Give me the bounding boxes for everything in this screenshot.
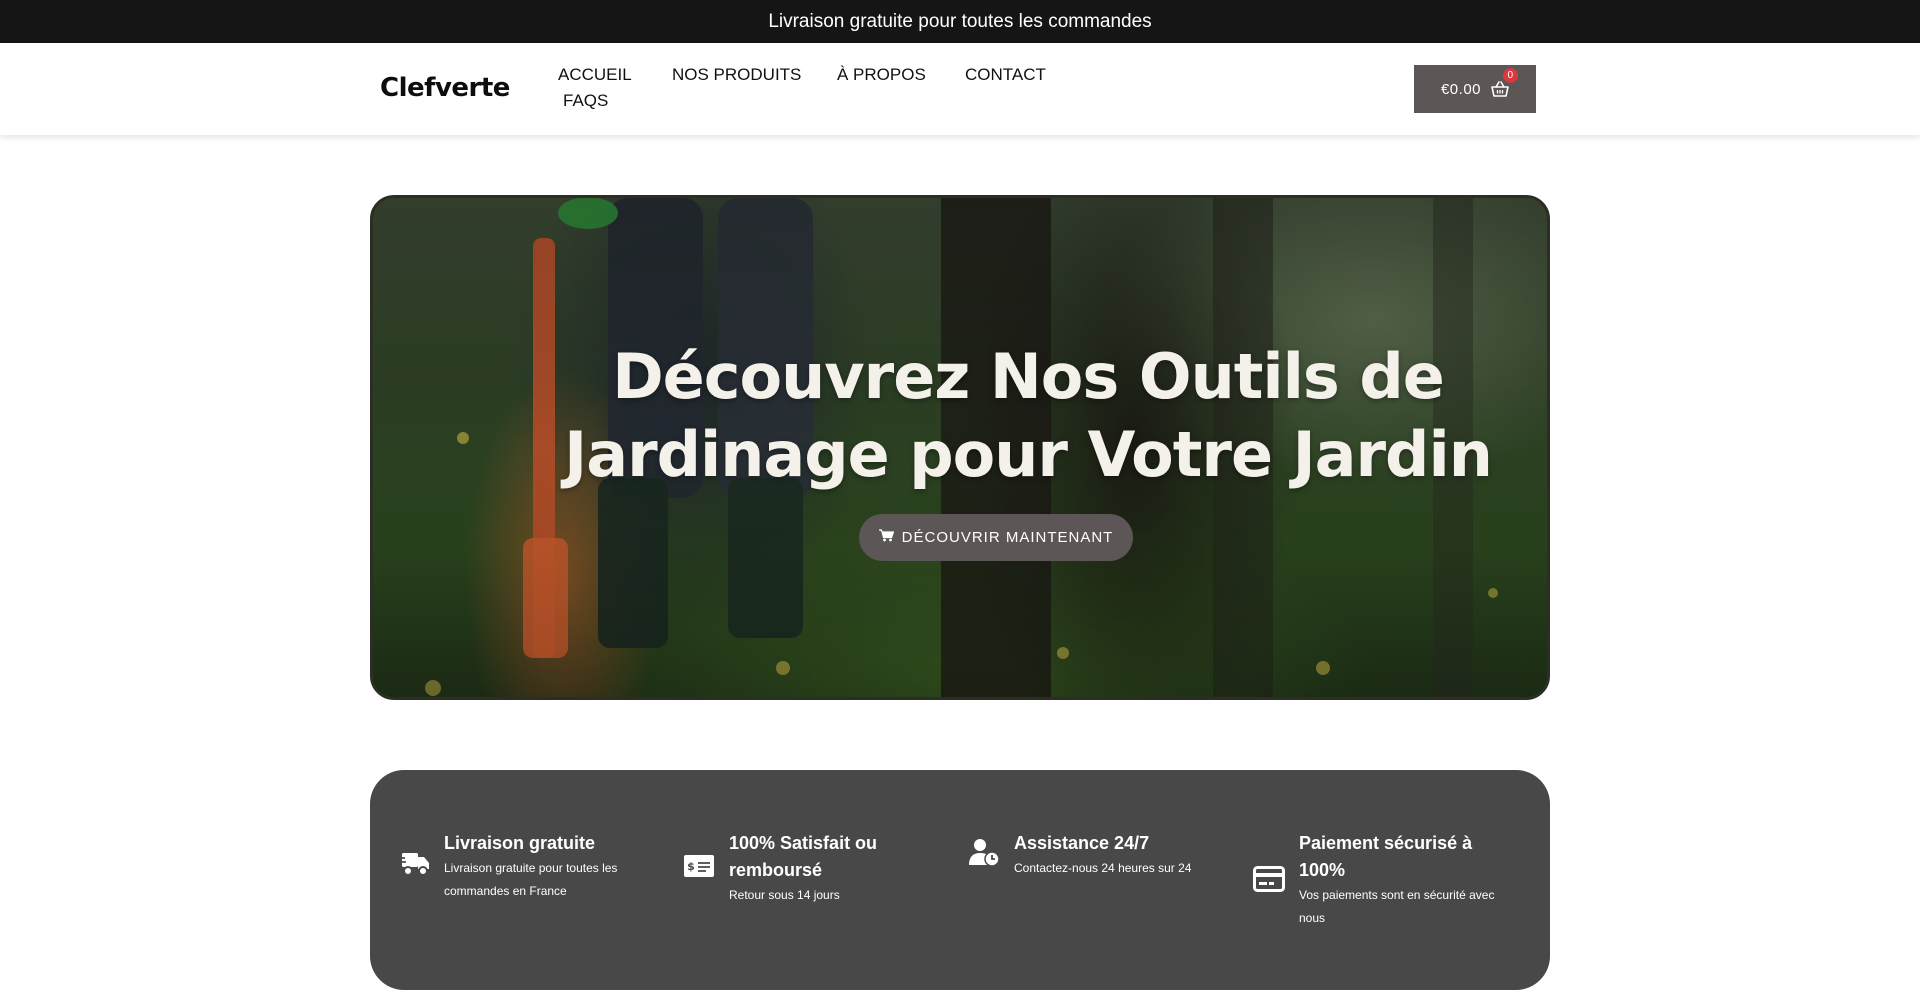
feature-title: Paiement sécurisé à 100% [1299, 833, 1473, 880]
feature-title: Assistance 24/7 [1014, 833, 1150, 853]
feature-title: Livraison gratuite [444, 833, 596, 853]
nav-item-a-propos[interactable]: À PROPOS [837, 65, 926, 85]
feature-description: Contactez-nous 24 heures sur 24 [1014, 861, 1192, 875]
nav-item-contact[interactable]: CONTACT [965, 65, 1046, 85]
cart-count-badge: 0 [1503, 68, 1519, 83]
cart-icon [878, 529, 894, 546]
site-header: Clefverte ACCUEIL NOS PRODUITS À PROPOS … [0, 43, 1920, 135]
feature-description: Livraison gratuite pour toutes les comma… [444, 861, 618, 898]
basket-icon: 0 [1491, 68, 1519, 97]
nav-item-nos-produits[interactable]: NOS PRODUITS [672, 65, 801, 85]
feature-description: Retour sous 14 jours [729, 888, 840, 902]
cart-button[interactable]: €0.00 0 [1414, 65, 1536, 113]
announcement-bar: Livraison gratuite pour toutes les comma… [0, 0, 1920, 43]
hero-title: Découvrez Nos Outils de Jardinage pour V… [564, 340, 1493, 491]
feature-title: 100% Satisfait ou remboursé [729, 833, 878, 880]
money-bill-icon: $ [683, 854, 717, 884]
hero-banner: Découvrez Nos Outils de Jardinage pour V… [370, 195, 1550, 700]
nav-item-faqs[interactable]: FAQS [563, 91, 608, 111]
discover-now-button[interactable]: DÉCOUVRIR MAINTENANT [859, 514, 1133, 561]
feature-description: Vos paiements sont en sécurité avec nous [1299, 888, 1495, 925]
nav-item-accueil[interactable]: ACCUEIL [558, 65, 632, 85]
announcement-text: Livraison gratuite pour toutes les comma… [768, 10, 1152, 32]
site-logo[interactable]: Clefverte [380, 73, 510, 103]
user-clock-icon [968, 838, 1002, 868]
svg-text:$: $ [687, 860, 695, 873]
features-band: Livraison gratuite Livraison gratuite po… [370, 770, 1550, 990]
discover-now-label: DÉCOUVRIR MAINTENANT [901, 529, 1114, 546]
delivery-truck-icon [398, 850, 432, 880]
cart-total: €0.00 [1440, 80, 1482, 98]
credit-card-icon [1253, 866, 1287, 896]
